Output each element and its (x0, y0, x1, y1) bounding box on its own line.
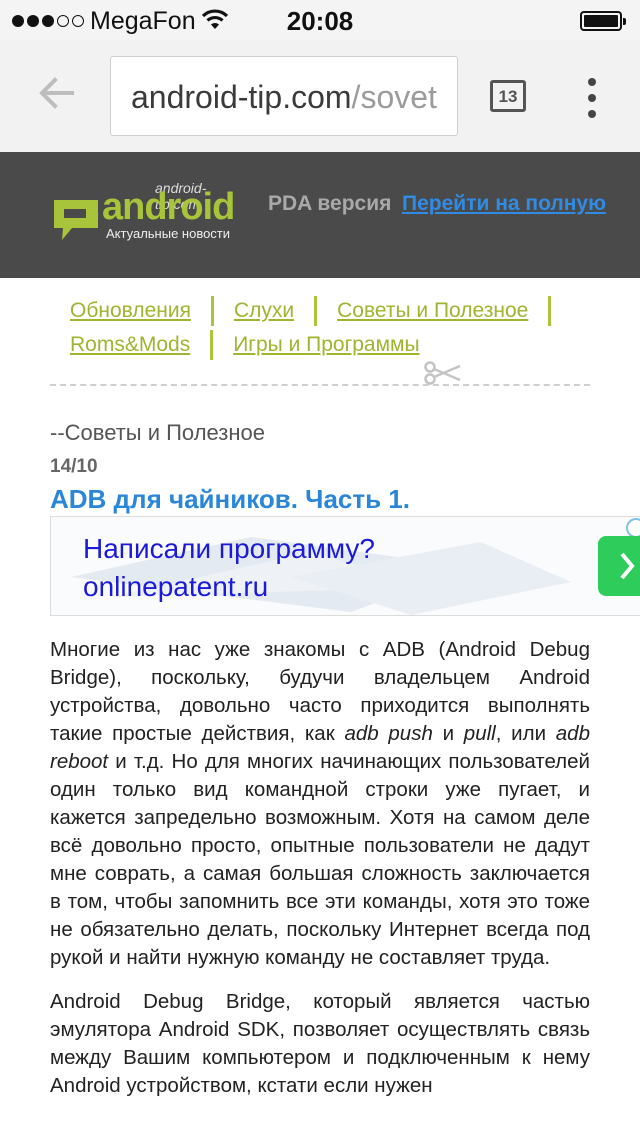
clock: 20:08 (286, 6, 354, 36)
ad-domain: onlinepatent.ru (83, 571, 269, 602)
article-paragraph: Многие из нас уже знакомы с ADB (Android… (50, 638, 590, 969)
nav-divider (548, 296, 552, 326)
pda-version-label: PDA версия (268, 192, 392, 215)
nav-link-rumors[interactable]: Слухи (234, 299, 294, 323)
nav-row-1: Обновления Слухи Советы и Полезное (70, 296, 571, 326)
chevron-right-icon (620, 552, 635, 580)
logo-word: android (102, 186, 235, 228)
url-path: /sovet (351, 79, 437, 115)
post-title[interactable]: ADB для чайников. Часть 1. (50, 484, 410, 515)
nav-divider (314, 296, 318, 326)
ad-headline: Написали программу? (83, 533, 375, 564)
browser-toolbar: android-tip.com/sovet 13 (0, 40, 640, 152)
ad-banner[interactable]: Написали программу? onlinepatent.ru (50, 516, 640, 616)
nav-row-2: Roms&Mods Игры и Программы (70, 330, 420, 360)
post-date: 14/10 (50, 456, 98, 477)
overflow-menu-icon[interactable] (582, 78, 602, 118)
article-paragraph: Android Debug Bridge, который является ч… (50, 990, 590, 1097)
logo-tagline: Актуальные новости (106, 226, 231, 241)
ad-info-icon[interactable] (626, 518, 640, 538)
battery-icon (580, 11, 626, 31)
nav-link-roms[interactable]: Roms&Mods (70, 333, 190, 357)
post-category: --Советы и Полезное (50, 420, 265, 445)
chat-bubble-logo-icon (54, 200, 98, 240)
back-arrow-icon[interactable] (34, 70, 80, 116)
article-body: Многие из нас уже знакомы с ADB (Android… (50, 636, 590, 1116)
scissors-icon (424, 361, 461, 385)
nav-link-tips[interactable]: Советы и Полезное (337, 299, 528, 323)
nav-divider (210, 296, 214, 326)
url-host: android-tip.com (131, 79, 352, 115)
tabs-count-button[interactable]: 13 (490, 80, 526, 112)
nav-divider (210, 330, 214, 360)
address-bar[interactable]: android-tip.com/sovet (110, 56, 458, 136)
status-bar: MegaFon 20:08 (0, 0, 640, 40)
site-header: android-tip.com android Актуальные новос… (0, 152, 640, 278)
full-version-link[interactable]: Перейти на полную (402, 192, 606, 216)
site-logo[interactable]: android-tip.com android Актуальные новос… (50, 180, 250, 272)
nav-link-updates[interactable]: Обновления (70, 299, 191, 323)
cut-line-divider (50, 384, 590, 386)
nav-link-games[interactable]: Игры и Программы (233, 333, 419, 357)
ad-open-button[interactable] (598, 536, 640, 596)
